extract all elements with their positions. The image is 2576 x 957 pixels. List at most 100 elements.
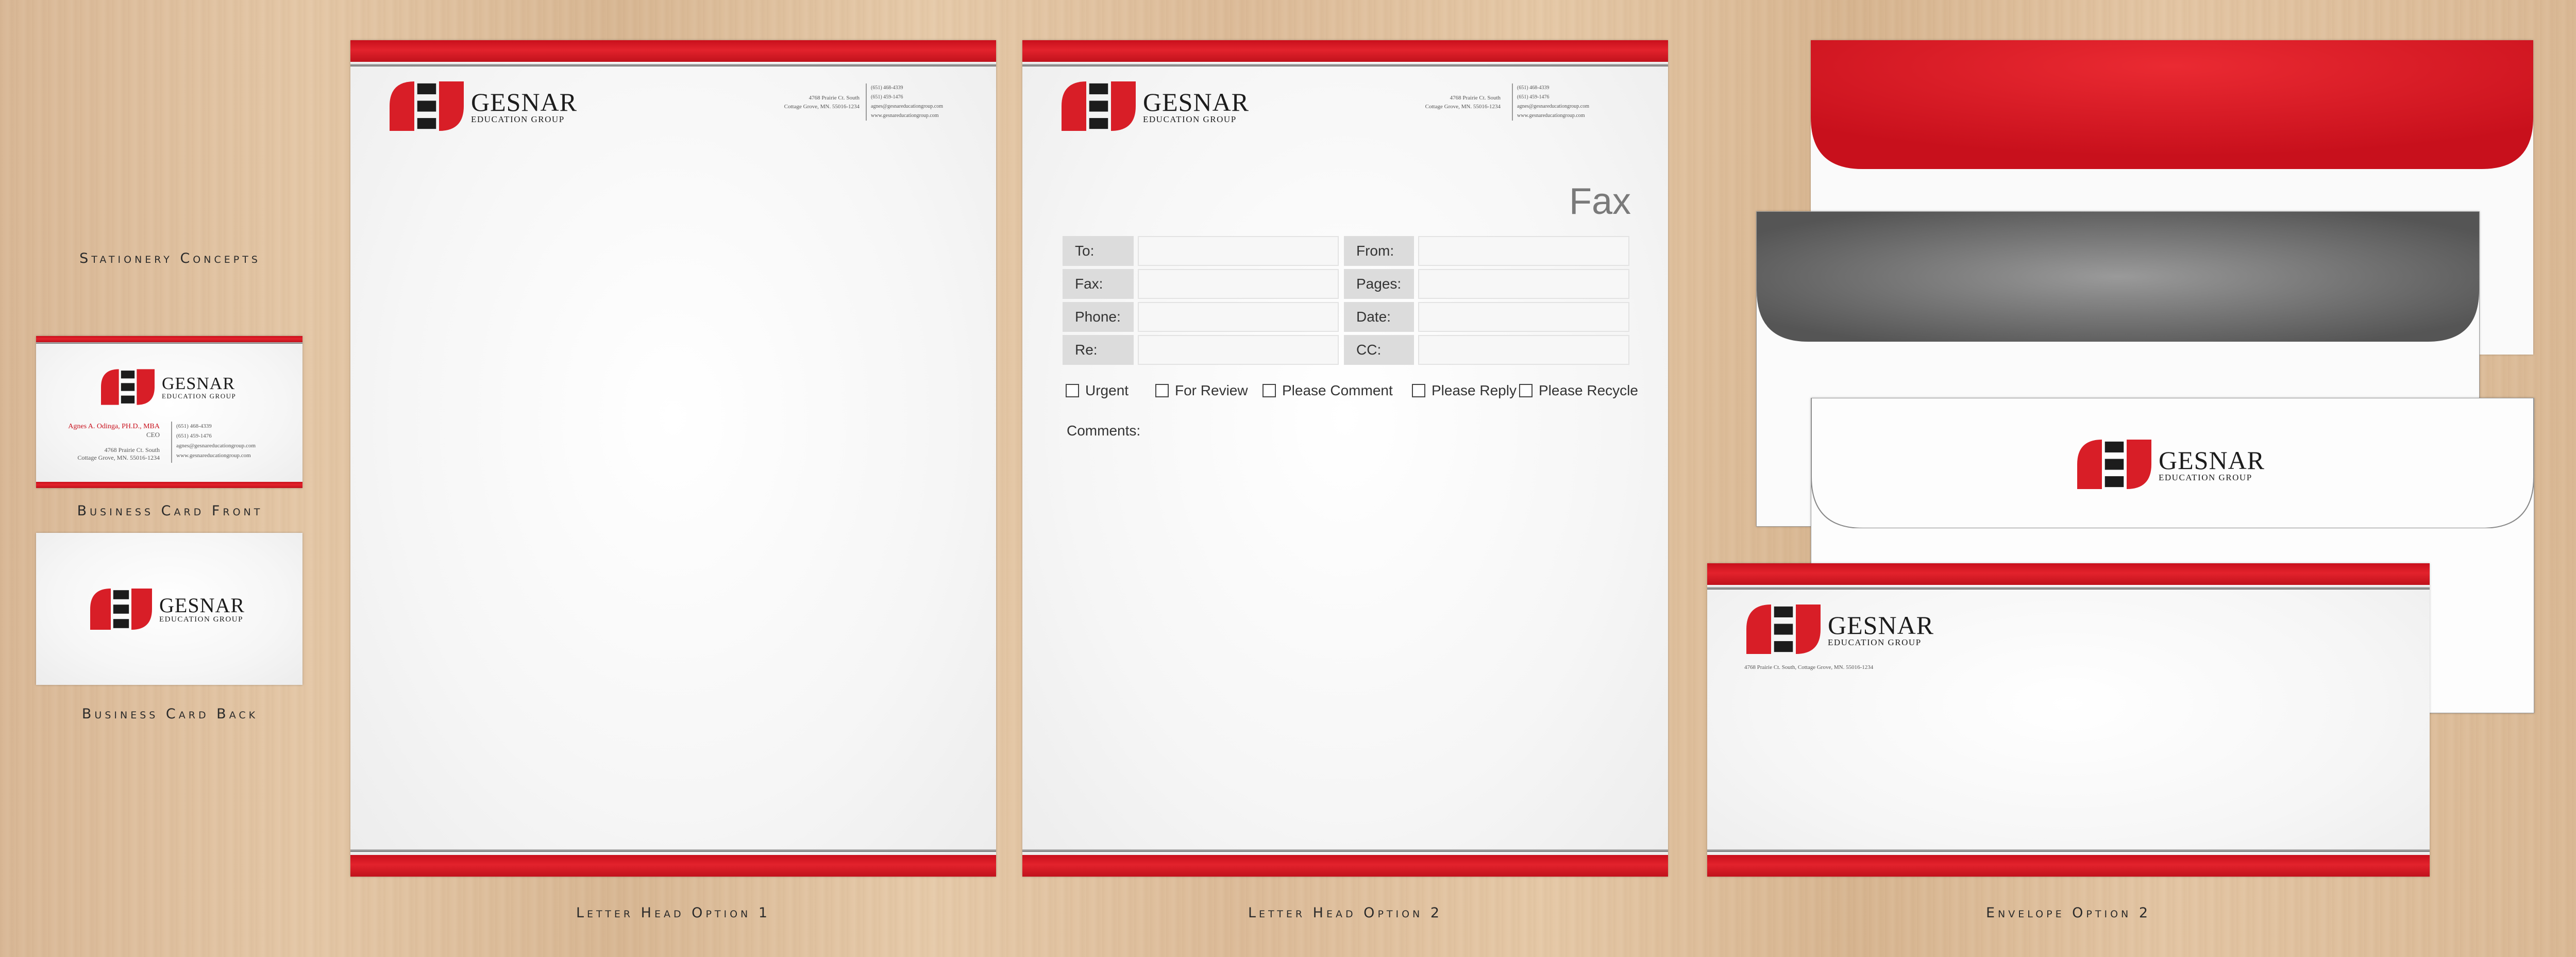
letterhead-web: www.gesnareducationgroup.com [871, 113, 939, 119]
gesnar-logo-icon [101, 369, 155, 405]
fax-date-label: Date: [1344, 302, 1414, 332]
card-top-line [36, 342, 302, 344]
letterhead-divider [866, 83, 867, 121]
brand-name: GESNAR [2159, 445, 2265, 475]
fax-date-field[interactable] [1418, 302, 1629, 332]
envelope-flap-red [1811, 40, 2533, 169]
brand-name: GESNAR [159, 593, 245, 617]
checkbox-icon[interactable] [1519, 384, 1533, 397]
letterhead1-caption: Letter head Option 1 [576, 905, 771, 921]
card-divider [171, 422, 172, 463]
checkbox-icon[interactable] [1066, 384, 1079, 397]
envelope-address: 4768 Prairie Ct. South, Cottage Grove, M… [1744, 664, 1874, 670]
letterhead-top-bar [350, 40, 996, 62]
checkbox-icon[interactable] [1262, 384, 1276, 397]
letterhead-top-line [350, 64, 996, 66]
business-card-back: GESNAR EDUCATION GROUP [36, 533, 302, 685]
check-please-reply[interactable]: Please Reply [1412, 382, 1517, 399]
letterhead-phone: (651) 468-4339 [871, 85, 903, 91]
card-title: CEO [146, 431, 160, 439]
card-bottom-bar [36, 482, 302, 488]
letterhead-option-2: GESNAR EDUCATION GROUP 4768 Prairie Ct. … [1022, 40, 1668, 877]
card-web: www.gesnareducationgroup.com [176, 452, 251, 459]
brand-subtitle: EDUCATION GROUP [1143, 114, 1237, 124]
check-please-comment[interactable]: Please Comment [1262, 382, 1393, 399]
brand-subtitle: EDUCATION GROUP [1828, 637, 1922, 647]
envelope-top-bar [1707, 563, 2430, 585]
fax-phone-label: Phone: [1063, 302, 1134, 332]
fax-to-field[interactable] [1138, 236, 1339, 266]
fax-bottom-line [1022, 849, 1668, 852]
fax-cc-field[interactable] [1418, 335, 1629, 365]
letterhead-address2: Cottage Grove, MN. 55016-1234 [784, 104, 860, 110]
letterhead-option-1: GESNAR EDUCATION GROUP 4768 Prairie Ct. … [350, 40, 996, 877]
card-fax: (651) 459-1476 [176, 433, 212, 439]
letterhead-bottom-bar [350, 855, 996, 877]
envelope-logo: GESNAR EDUCATION GROUP [1746, 605, 1934, 654]
fax-phone-field[interactable] [1138, 302, 1339, 332]
letterhead-address1: 4768 Prairie Ct. South [809, 95, 860, 101]
fax-phone: (651) 468-4339 [1517, 85, 1550, 91]
card-front-caption: Business Card Front [77, 503, 263, 519]
check-please-recycle-label: Please Recycle [1539, 382, 1638, 398]
check-urgent-label: Urgent [1085, 382, 1129, 398]
brand-subtitle: EDUCATION GROUP [471, 114, 565, 124]
gesnar-logo-icon [390, 81, 464, 131]
fax-re-label: Re: [1063, 335, 1134, 365]
fax-top-line [1022, 64, 1668, 66]
brand-subtitle: EDUCATION GROUP [162, 392, 237, 400]
letterhead-email: agnes@gesnareducationgroup.com [871, 104, 943, 109]
card-phone: (651) 468-4339 [176, 423, 212, 429]
fax-fax-field[interactable] [1138, 269, 1339, 299]
brand-name: GESNAR [1828, 610, 1934, 640]
check-please-comment-label: Please Comment [1282, 382, 1393, 398]
fax-bottom-bar [1022, 855, 1668, 877]
comments-label: Comments: [1067, 423, 1141, 439]
business-card-front: GESNAR EDUCATION GROUP Agnes A. Odinga, … [36, 336, 302, 488]
fax-divider [1512, 83, 1513, 121]
letterhead2-caption: Letter head Option 2 [1248, 905, 1443, 921]
check-for-review-label: For Review [1175, 382, 1248, 398]
brand-subtitle: EDUCATION GROUP [2159, 472, 2252, 482]
check-please-recycle[interactable]: Please Recycle [1519, 382, 1638, 399]
envelope-flap-grey [1757, 212, 2479, 342]
card-credentials: PH.D., MBA [122, 423, 160, 430]
letterhead-logo: GESNAR EDUCATION GROUP [390, 81, 577, 131]
fax-address2: Cottage Grove, MN. 55016-1234 [1425, 104, 1501, 110]
brand-name: GESNAR [162, 374, 235, 393]
gesnar-logo-icon [1062, 81, 1136, 131]
envelope-top-line [1707, 587, 2430, 590]
fax-cc-label: CC: [1344, 335, 1414, 365]
card-address2: Cottage Grove, MN. 55016-1234 [77, 454, 160, 461]
fax-from-field[interactable] [1418, 236, 1629, 266]
fax-fax: (651) 459-1476 [1517, 94, 1550, 100]
fax-logo: GESNAR EDUCATION GROUP [1062, 81, 1249, 131]
check-please-reply-label: Please Reply [1432, 382, 1517, 398]
card-back-caption: Business Card Back [81, 706, 259, 722]
checkbox-icon[interactable] [1412, 384, 1425, 397]
gesnar-logo-icon [90, 589, 152, 630]
envelope-bottom-bar [1707, 855, 2430, 877]
check-urgent[interactable]: Urgent [1066, 382, 1129, 399]
card-email: agnes@gesnareducationgroup.com [176, 443, 256, 449]
fax-web: www.gesnareducationgroup.com [1517, 113, 1585, 119]
envelope-bottom-line [1707, 849, 2430, 852]
gesnar-logo-icon [2077, 440, 2151, 489]
gesnar-logo-icon [1746, 605, 1821, 654]
letterhead-bottom-line [350, 849, 996, 852]
fax-pages-field[interactable] [1418, 269, 1629, 299]
fax-address1: 4768 Prairie Ct. South [1450, 95, 1501, 101]
stationery-caption: Stationery Concepts [79, 250, 261, 266]
brand-name: GESNAR [1143, 87, 1250, 116]
card-front-logo: GESNAR EDUCATION GROUP [101, 369, 236, 405]
card-back-logo: GESNAR EDUCATION GROUP [90, 589, 245, 630]
brand-subtitle: EDUCATION GROUP [159, 615, 243, 624]
fax-top-bar [1022, 40, 1668, 62]
envelope-flap-logo: GESNAR EDUCATION GROUP [2077, 440, 2265, 489]
fax-pages-label: Pages: [1344, 269, 1414, 299]
fax-re-field[interactable] [1138, 335, 1339, 365]
brand-name: GESNAR [471, 87, 578, 116]
checkbox-icon[interactable] [1155, 384, 1169, 397]
check-for-review[interactable]: For Review [1155, 382, 1248, 399]
envelope-caption: Envelope Option 2 [1985, 905, 2151, 921]
